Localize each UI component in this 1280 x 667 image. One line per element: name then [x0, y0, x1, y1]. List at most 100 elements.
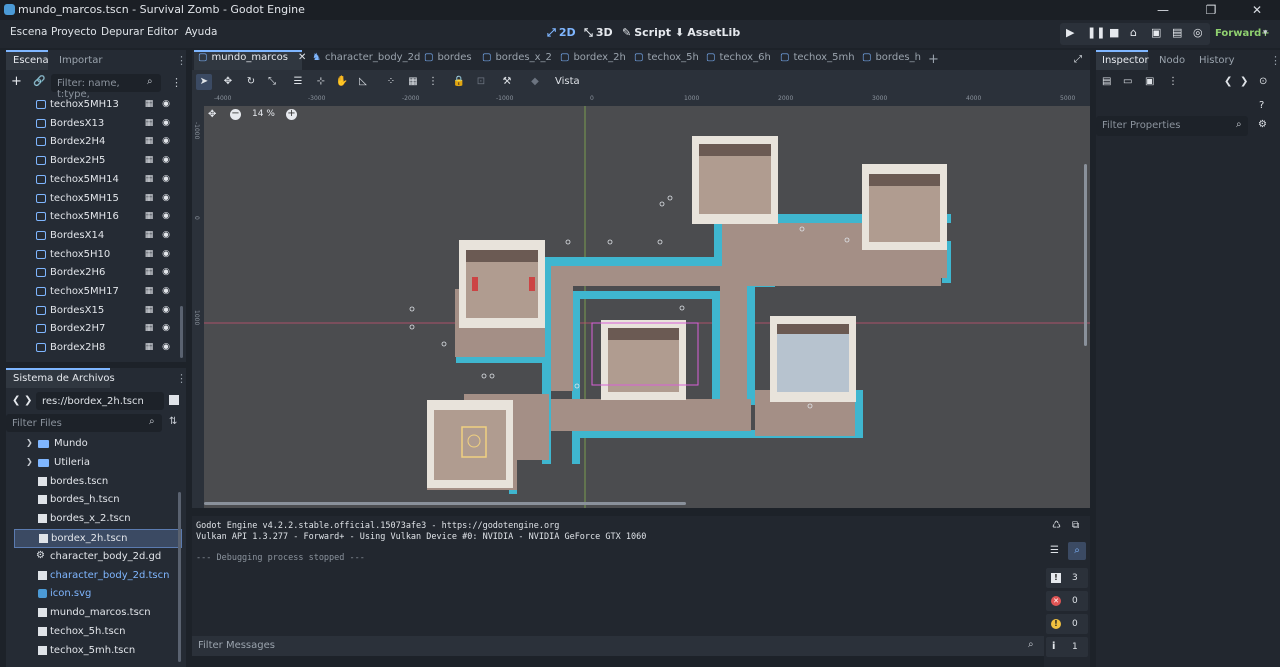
file-row[interactable]: techox_5mh.tscn [14, 642, 182, 661]
visibility-eye-icon[interactable]: ◉ [161, 155, 171, 165]
clapper-icon[interactable]: ▦ [144, 136, 154, 146]
scene-tab[interactable]: ▢ techox_5h [634, 52, 699, 68]
visibility-eye-icon[interactable]: ◉ [161, 99, 171, 109]
file-row[interactable]: mundo_marcos.tscn [14, 604, 182, 623]
forward-icon[interactable]: ❯ [24, 395, 32, 406]
scene-node-row[interactable]: Bordex2H7 ▦ ◉ [6, 320, 186, 339]
output-filter-input[interactable]: Filter Messages [198, 640, 275, 651]
pan-arrows-icon[interactable]: ✥ [208, 109, 216, 120]
scene-node-row[interactable]: Bordex2H8 ▦ ◉ [6, 339, 186, 358]
workspace-assetlib-button[interactable]: ⬇ AssetLib [675, 26, 740, 39]
workspace-2d-button[interactable]: ⤢ 2D [547, 26, 576, 40]
save-resource-icon[interactable]: ▣ [1145, 76, 1154, 87]
scene-scrollbar[interactable] [180, 306, 183, 358]
visibility-eye-icon[interactable]: ◉ [161, 323, 171, 333]
visibility-eye-icon[interactable]: ◉ [161, 118, 171, 128]
scene-node-row[interactable]: Bordex2H4 ▦ ◉ [6, 133, 186, 152]
clapper-icon[interactable]: ▦ [144, 305, 154, 315]
path-field[interactable]: res://bordex_2h.tscn [36, 392, 164, 410]
scene-node-row[interactable]: Bordex2H5 ▦ ◉ [6, 152, 186, 171]
clapper-icon[interactable]: ▦ [144, 174, 154, 184]
file-row[interactable]: bordes.tscn [14, 473, 182, 492]
inspector-settings-icon[interactable]: ⚙ [1258, 119, 1267, 130]
tab-importar[interactable]: Importar [59, 55, 102, 66]
grid-snap-icon[interactable]: ▦ [405, 74, 421, 90]
scene-node-row[interactable]: techox5MH14 ▦ ◉ [6, 171, 186, 190]
object-history-icon[interactable]: ⊙ [1259, 76, 1267, 87]
close-tab-icon[interactable]: ✕ [298, 52, 306, 63]
scene-node-row[interactable]: BordesX14 ▦ ◉ [6, 227, 186, 246]
zoom-in-icon[interactable]: + [286, 109, 297, 120]
menu-escena[interactable]: Escena [10, 26, 47, 38]
dock-menu-icon[interactable]: ⋮ [1270, 54, 1280, 67]
move-tool-icon[interactable]: ✥ [220, 74, 236, 90]
visibility-eye-icon[interactable]: ◉ [161, 267, 171, 277]
visibility-eye-icon[interactable]: ◉ [161, 230, 171, 240]
tab-nodo[interactable]: Nodo [1159, 55, 1185, 66]
scene-node-row[interactable]: techox5MH15 ▦ ◉ [6, 190, 186, 209]
split-mode-icon[interactable] [169, 395, 179, 405]
scene-node-row[interactable]: techox5H10 ▦ ◉ [6, 246, 186, 265]
scene-node-row[interactable]: Bordex2H6 ▦ ◉ [6, 264, 186, 283]
file-row[interactable]: character_body_2d.tscn [14, 567, 182, 586]
movie-maker-icon[interactable]: ◎ [1193, 26, 1203, 39]
folder-row[interactable]: ❯ Mundo [14, 435, 182, 454]
clapper-icon[interactable]: ▦ [144, 249, 154, 259]
file-row[interactable]: ⚙ character_body_2d.gd [14, 548, 182, 567]
collapse-icon[interactable]: ☰ [1050, 545, 1059, 556]
file-row[interactable]: bordes_x_2.tscn [14, 510, 182, 529]
file-row[interactable]: bordes_h.tscn [14, 491, 182, 510]
rotate-tool-icon[interactable]: ↻ [243, 74, 259, 90]
viewport-2d[interactable]: -4000 -3000 -2000 -1000 0 1000 2000 3000 4000 500… [192, 94, 1090, 508]
visibility-eye-icon[interactable]: ◉ [161, 193, 171, 203]
workspace-script-button[interactable]: ✎ Script [622, 26, 671, 39]
dock-menu-icon[interactable]: ⋮ [176, 372, 187, 385]
link-icon[interactable]: 🔗 [33, 76, 45, 87]
visibility-eye-icon[interactable]: ◉ [161, 174, 171, 184]
folder-row[interactable]: ❯ Utileria [14, 454, 182, 473]
minimize-button[interactable]: — [1140, 0, 1186, 20]
scene-tab[interactable]: ▢ bordex_2h [560, 52, 626, 68]
select-tool-icon[interactable]: ➤ [196, 74, 212, 90]
file-scrollbar[interactable] [178, 492, 181, 662]
clapper-icon[interactable]: ▦ [144, 99, 154, 109]
visibility-eye-icon[interactable]: ◉ [161, 342, 171, 352]
scene-tab[interactable]: ▢ mundo_marcos ✕ [198, 52, 306, 68]
viewport-h-scrollbar[interactable] [204, 502, 686, 505]
scene-node-row[interactable]: BordesX13 ▦ ◉ [6, 115, 186, 134]
zoom-out-icon[interactable]: − [230, 109, 241, 120]
scene-tab[interactable]: ▢ bordes_x_2 [482, 52, 552, 68]
menu-ayuda[interactable]: Ayuda [185, 26, 217, 38]
clapper-icon[interactable]: ▦ [144, 323, 154, 333]
scene-options-icon[interactable]: ⋮ [171, 76, 182, 89]
pause-icon[interactable]: ❚❚ [1087, 26, 1105, 39]
close-window-button[interactable]: ✕ [1234, 0, 1280, 20]
ruler-tool-icon[interactable]: ◺ [355, 74, 371, 90]
clear-output-icon[interactable]: ♺ [1052, 520, 1061, 531]
clapper-icon[interactable]: ▦ [144, 155, 154, 165]
scale-tool-icon[interactable]: ⤡ [264, 74, 280, 90]
scene-node-row[interactable]: techox5MH13 ▦ ◉ [6, 96, 186, 115]
lock-icon[interactable]: 🔒 [451, 74, 467, 90]
renderer-select[interactable]: Forward+ [1215, 28, 1270, 39]
list-select-icon[interactable]: ☰ [290, 74, 306, 90]
visibility-eye-icon[interactable]: ◉ [161, 136, 171, 146]
play-scene-icon[interactable]: ▣ [1151, 26, 1161, 39]
menu-proyecto[interactable]: Proyecto [51, 26, 97, 38]
clapper-icon[interactable]: ▦ [144, 211, 154, 221]
errors-filter-button[interactable]: ! 3 [1046, 568, 1088, 588]
red-errors-filter-button[interactable]: ✕ 0 [1046, 591, 1088, 611]
play-icon[interactable]: ▶ [1066, 26, 1074, 39]
scene-tab[interactable]: ♞ character_body_2d [312, 52, 420, 68]
zoom-level[interactable]: 14 % [252, 109, 275, 119]
tab-history[interactable]: History [1199, 55, 1235, 66]
scene-tab[interactable]: ▢ bordes_h [862, 52, 921, 68]
maximize-button[interactable]: ❐ [1188, 0, 1234, 20]
file-row[interactable]: techox_5h.tscn [14, 623, 182, 642]
stop-icon[interactable]: ■ [1109, 26, 1119, 39]
remote-debug-icon[interactable]: ⌂ [1130, 26, 1137, 39]
resource-options-icon[interactable]: ⋮ [1168, 76, 1178, 87]
visibility-eye-icon[interactable]: ◉ [161, 286, 171, 296]
clapper-icon[interactable]: ▦ [144, 267, 154, 277]
clapper-icon[interactable]: ▦ [144, 286, 154, 296]
